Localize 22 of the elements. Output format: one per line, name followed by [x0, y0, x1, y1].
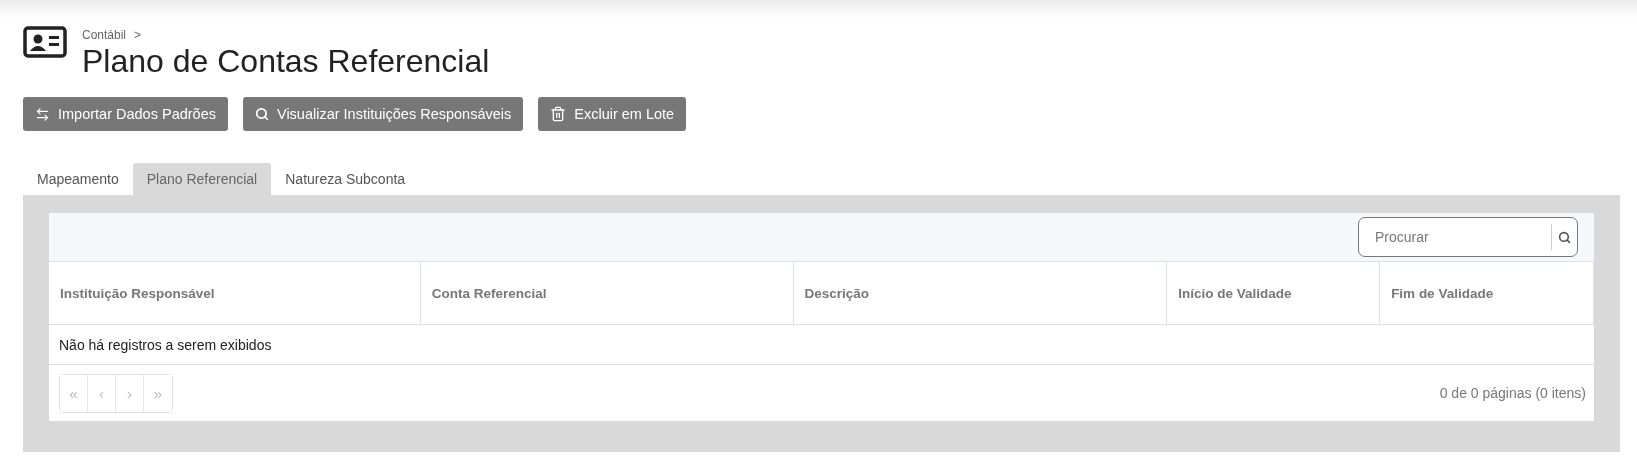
- column-header[interactable]: Instituição Responsável: [49, 262, 421, 324]
- empty-message: Não há registros a serem exibidos: [49, 325, 1594, 365]
- page-title: Plano de Contas Referencial: [82, 42, 490, 80]
- tab[interactable]: Mapeamento: [23, 163, 133, 195]
- breadcrumb-separator: >: [134, 28, 142, 42]
- tab[interactable]: Plano Referencial: [132, 163, 272, 195]
- column-header[interactable]: Descrição: [793, 262, 1168, 324]
- search-icon[interactable]: [1558, 230, 1571, 244]
- search-icon: [254, 107, 269, 121]
- id-card-icon: [23, 26, 67, 58]
- action-button[interactable]: Visualizar Instituições Responsáveis: [242, 97, 524, 131]
- column-header[interactable]: Fim de Validade: [1380, 262, 1594, 324]
- action-button[interactable]: Excluir em Lote: [538, 97, 687, 131]
- page-summary: 0 de 0 páginas (0 itens): [1439, 385, 1586, 401]
- tab[interactable]: Natureza Subconta: [271, 163, 420, 195]
- swap-arrows-icon: [35, 106, 50, 122]
- trash-icon: [550, 106, 567, 122]
- column-header[interactable]: Conta Referencial: [420, 262, 794, 324]
- column-header[interactable]: Início de Validade: [1167, 262, 1381, 324]
- breadcrumb-link[interactable]: Contábil: [82, 28, 127, 42]
- search-field[interactable]: Procurar: [1358, 217, 1578, 257]
- action-button[interactable]: Importar Dados Padrões: [23, 97, 228, 131]
